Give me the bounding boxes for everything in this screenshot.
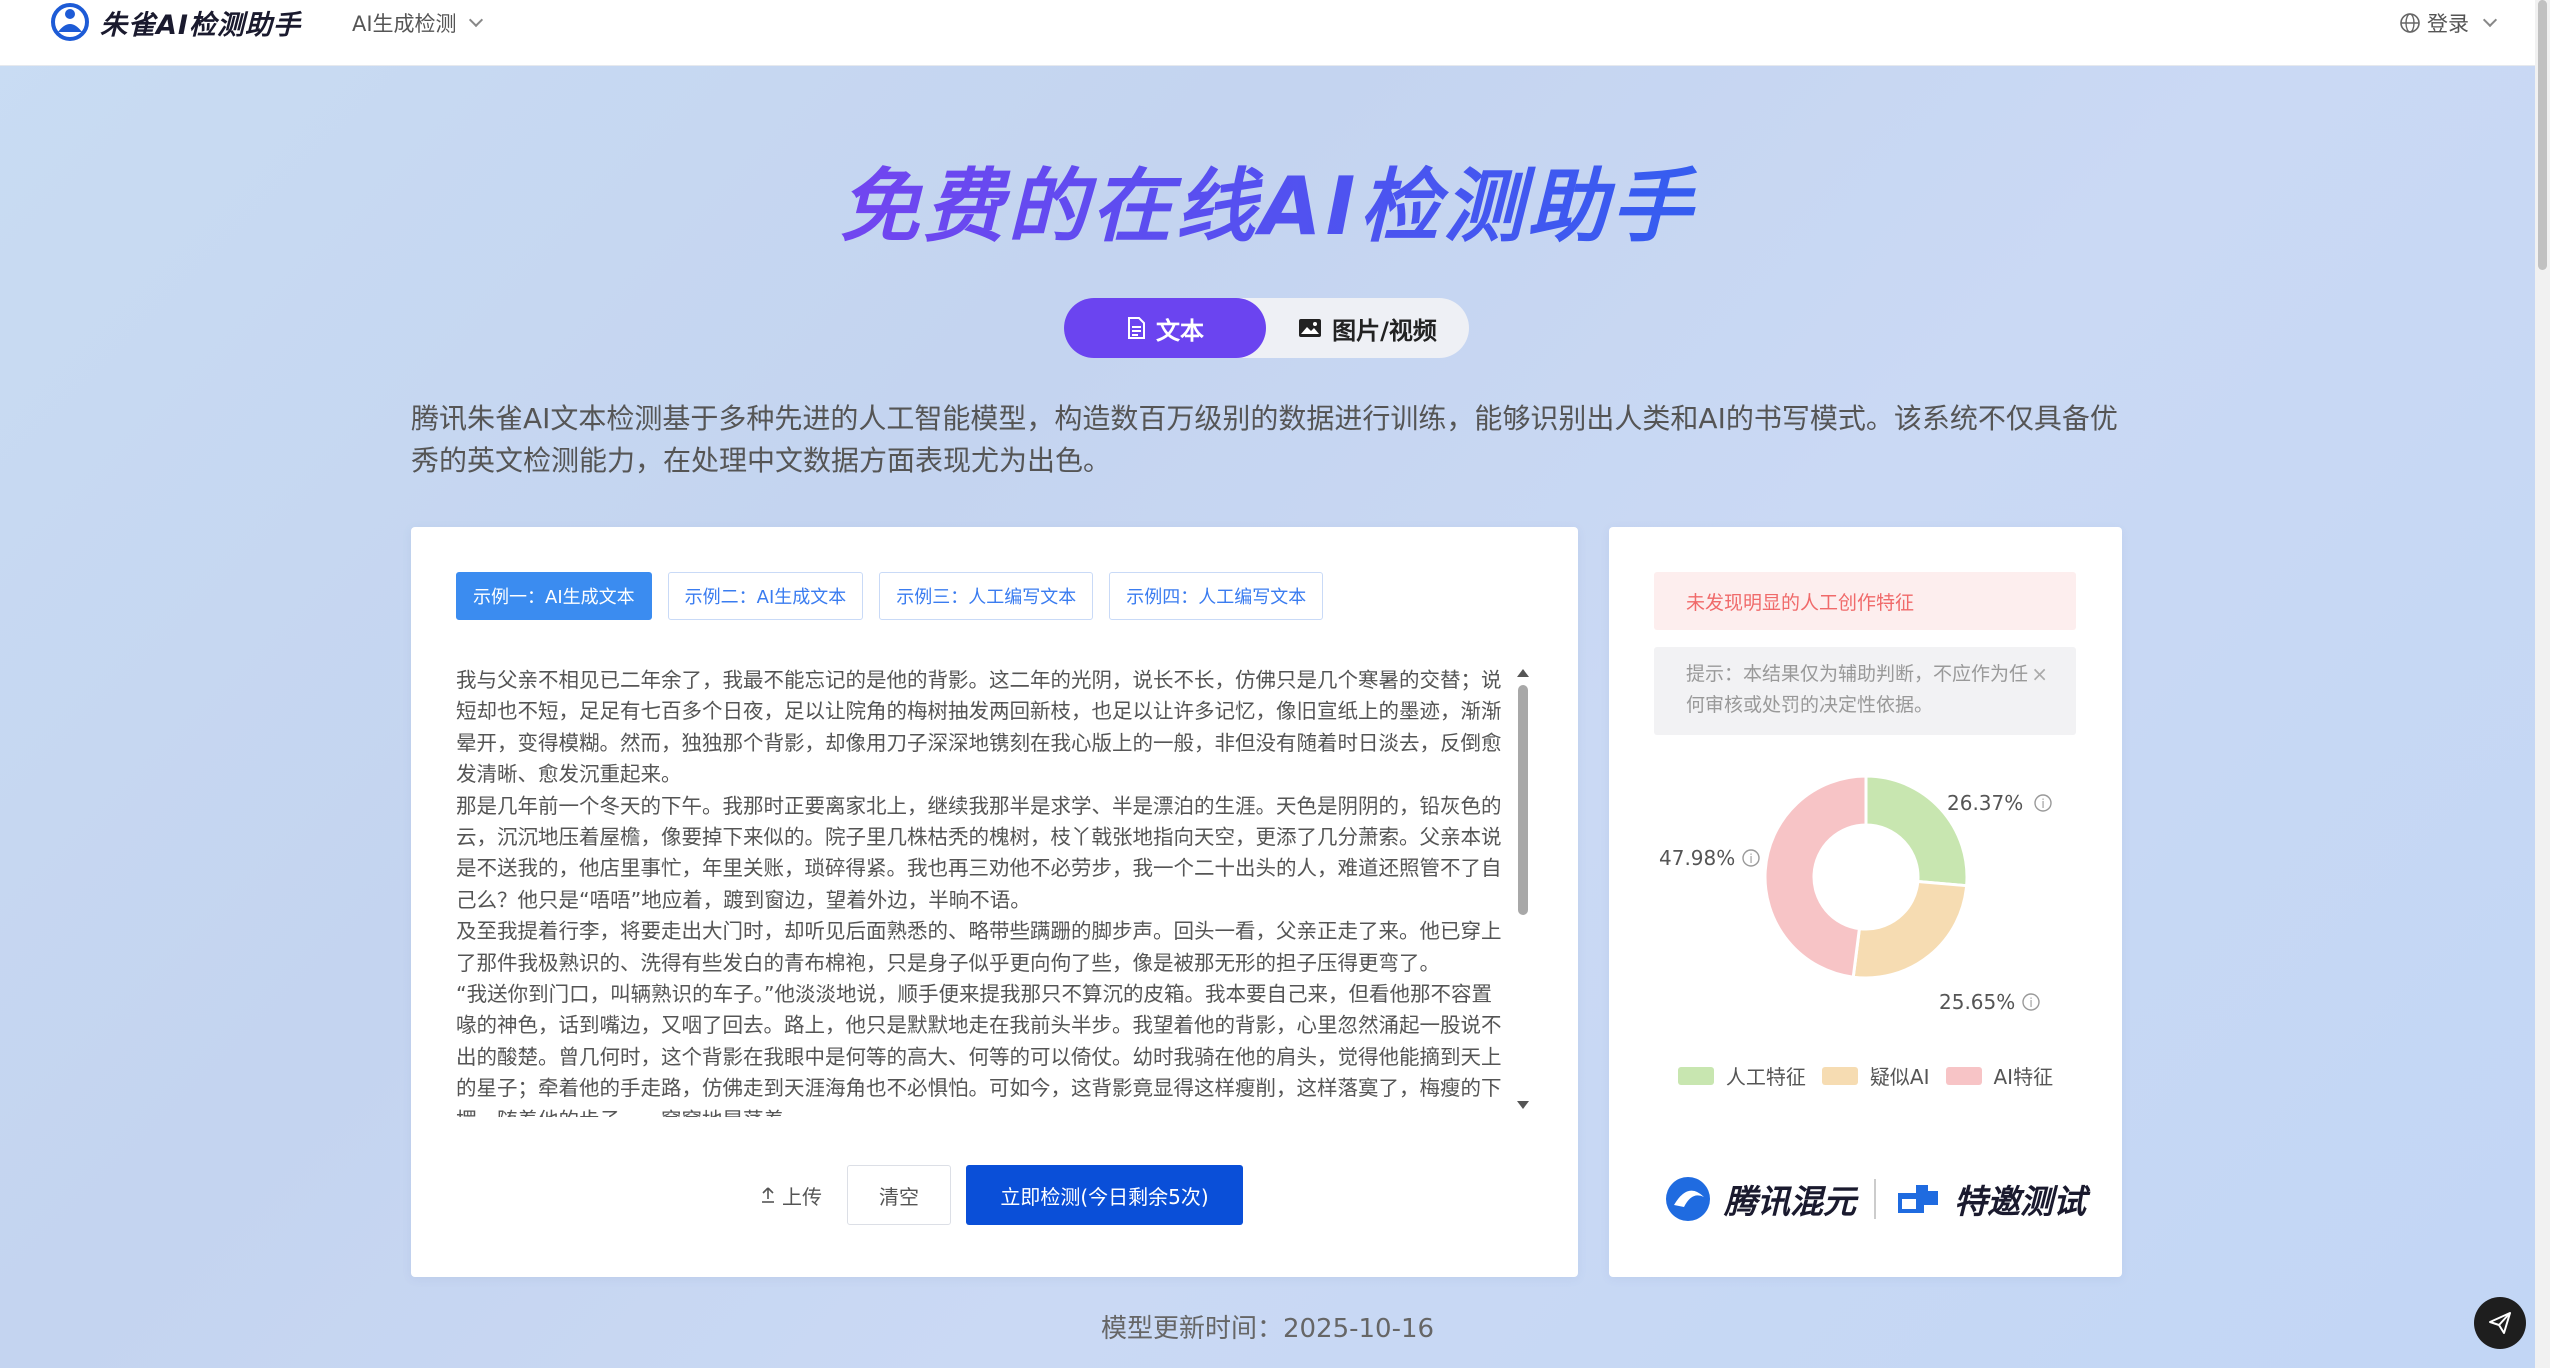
input-panel: 示例一：AI生成文本 示例二：AI生成文本 示例三：人工编写文本 示例四：人工编…: [411, 527, 1578, 1277]
chart-legend: 人工特征 疑似AI AI特征: [1609, 1061, 2122, 1090]
legend-swatch: [1677, 1066, 1714, 1085]
chevron-down-icon: [468, 12, 483, 28]
page-title: 免费的在线AI检测助手: [0, 142, 2535, 258]
brand-hunyuan-text: 腾讯混元: [1724, 1182, 1856, 1221]
legend-item-ai[interactable]: AI特征: [1945, 1061, 2054, 1090]
tab-text[interactable]: 文本: [1064, 298, 1266, 358]
legend-item-human[interactable]: 人工特征: [1677, 1061, 1806, 1090]
example-button-2[interactable]: 示例二：AI生成文本: [667, 572, 864, 620]
feedback-send-button[interactable]: [2474, 1297, 2526, 1349]
login-button[interactable]: 登录: [2399, 8, 2498, 38]
example-button-4[interactable]: 示例四：人工编写文本: [1109, 572, 1324, 620]
donut-slice-ai[interactable]: [1763, 774, 1868, 979]
upload-button[interactable]: 上传: [746, 1165, 836, 1225]
donut-slice-suspect[interactable]: [1851, 879, 1969, 980]
scroll-down-arrow-icon[interactable]: [1517, 1101, 1529, 1109]
legend-swatch: [1821, 1066, 1858, 1085]
info-icon[interactable]: i: [1742, 849, 1760, 867]
chevron-down-icon: [2482, 12, 2498, 28]
data-label-ai: 47.98%: [1659, 846, 1735, 870]
text-input[interactable]: 我与父亲不相见已二年余了，我最不能忘记的是他的背影。这二年的光阴，说长不长，仿佛…: [456, 665, 1511, 1117]
result-donut-chart: 26.37% 25.65% 47.98% i i i: [1609, 774, 2122, 1087]
top-bar: 朱雀AI检测助手 AI生成检测 登录: [0, 0, 2535, 66]
text-paragraph: 及至我提着行李，将要走出大门时，却听见后面熟悉的、略带些蹒跚的脚步声。回头一看，…: [456, 919, 1502, 975]
logo[interactable]: 朱雀AI检测助手: [50, 0, 301, 44]
brand-divider: [1874, 1179, 1876, 1219]
legend-label: 人工特征: [1725, 1065, 1806, 1089]
svg-text:i: i: [2041, 797, 2044, 811]
clear-button[interactable]: 清空: [847, 1165, 951, 1225]
brand-invite-text: 特邀测试: [1954, 1182, 2086, 1221]
detect-button[interactable]: 立即检测(今日剩余5次): [966, 1165, 1243, 1225]
text-paragraph: 那是几年前一个冬天的下午。我那时正要离家北上，继续我那半是求学、半是漂泊的生涯。…: [456, 793, 1502, 912]
scroll-up-arrow-icon[interactable]: [1517, 669, 1529, 677]
legend-swatch: [1945, 1066, 1982, 1085]
logo-text: 朱雀AI检测助手: [100, 9, 301, 41]
info-icon[interactable]: i: [2034, 794, 2052, 812]
page-scrollbar[interactable]: [2535, 0, 2550, 1368]
data-label-human: 26.37%: [1947, 791, 2023, 815]
tip-notice: 提示：本结果仅为辅助判断，不应作为任何审核或处罚的决定性依据。 ×: [1654, 647, 2076, 735]
example-button-1[interactable]: 示例一：AI生成文本: [456, 572, 652, 620]
text-paragraph: 我与父亲不相见已二年余了，我最不能忘记的是他的背影。这二年的光阴，说长不长，仿佛…: [456, 668, 1502, 787]
svg-text:i: i: [2029, 996, 2032, 1010]
page-scrollbar-thumb[interactable]: [2538, 0, 2547, 270]
tip-text: 提示：本结果仅为辅助判断，不应作为任何审核或处罚的决定性依据。: [1686, 663, 2029, 716]
tab-text-label: 文本: [1156, 316, 1204, 345]
partner-brand: 腾讯混元 特邀测试: [1664, 1175, 2086, 1223]
page-description: 腾讯朱雀AI文本检测基于多种先进的人工智能模型，构造数百万级别的数据进行训练，能…: [411, 402, 2118, 477]
hunyuan-logo-icon: [1666, 1177, 1710, 1221]
svg-text:i: i: [1749, 852, 1752, 866]
send-icon: [2489, 1312, 2511, 1334]
example-button-3[interactable]: 示例三：人工编写文本: [879, 572, 1094, 620]
model-update-time: 模型更新时间：2025-10-16: [1100, 1314, 1435, 1344]
globe-icon: [2400, 13, 2420, 33]
example-tabs: 示例一：AI生成文本 示例二：AI生成文本 示例三：人工编写文本 示例四：人工编…: [456, 572, 1324, 620]
hand-pointing-icon: [1898, 1185, 1938, 1213]
tab-image-video-label: 图片/视频: [1332, 316, 1437, 345]
legend-label: AI特征: [1993, 1065, 2054, 1089]
legend-label: 疑似AI: [1869, 1065, 1930, 1089]
logo-icon: [50, 2, 90, 42]
mode-switch: 文本 图片/视频: [1064, 298, 1469, 358]
upload-label: 上传: [782, 1184, 822, 1209]
close-icon[interactable]: ×: [2031, 659, 2048, 690]
text-input-scrollbar-thumb[interactable]: [1518, 685, 1528, 915]
document-icon: [1128, 317, 1145, 339]
upload-icon: [762, 1187, 774, 1203]
text-input-scrollbar[interactable]: [1516, 669, 1530, 1109]
login-label: 登录: [2427, 12, 2469, 36]
donut-chart-svg: 26.37% 25.65% 47.98% i i i: [1659, 774, 2052, 1014]
image-icon: [1299, 319, 1322, 337]
legend-item-suspect[interactable]: 疑似AI: [1821, 1061, 1930, 1090]
tab-image-video[interactable]: 图片/视频: [1266, 298, 1469, 358]
nav-ai-detect-dropdown[interactable]: AI生成检测: [352, 8, 483, 38]
info-icon[interactable]: i: [2022, 993, 2040, 1011]
nav-dropdown-label: AI生成检测: [352, 12, 457, 36]
data-label-suspect: 25.65%: [1939, 990, 2015, 1014]
result-alert: 未发现明显的人工创作特征: [1654, 572, 2076, 630]
text-paragraph: “我送你到门口，叫辆熟识的车子。”他淡淡地说，顺手便来提我那只不算沉的皮箱。我本…: [456, 982, 1502, 1117]
result-panel: 未发现明显的人工创作特征 提示：本结果仅为辅助判断，不应作为任何审核或处罚的决定…: [1609, 527, 2122, 1277]
